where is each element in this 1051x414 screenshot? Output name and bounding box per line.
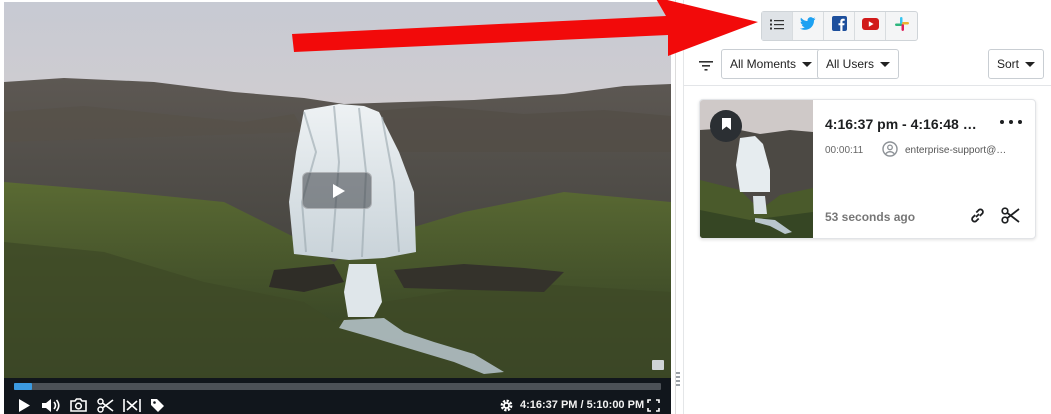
bookmark-icon — [721, 117, 732, 136]
play-icon[interactable] — [16, 396, 32, 414]
moment-user: enterprise-support@… — [905, 145, 1007, 156]
video-player[interactable]: 4:16:37 PM / 5:10:00 PM — [4, 2, 671, 414]
users-dropdown-label: All Users — [826, 57, 875, 71]
filter-row: All Moments All Users Sort — [684, 46, 1051, 86]
camera-icon[interactable] — [69, 396, 87, 414]
facebook-icon — [831, 16, 847, 36]
users-dropdown[interactable]: All Users — [817, 49, 900, 79]
clip-scissors-icon[interactable] — [1001, 207, 1020, 229]
share-youtube-button[interactable] — [855, 12, 886, 40]
trim-icon[interactable] — [122, 396, 142, 414]
tag-icon[interactable] — [149, 396, 165, 414]
list-icon — [770, 17, 784, 35]
progress-fill — [14, 383, 33, 390]
fullscreen-icon[interactable] — [646, 396, 660, 414]
share-toolbar — [761, 11, 918, 41]
share-twitter-button[interactable] — [793, 12, 824, 40]
moment-age: 53 seconds ago — [825, 210, 916, 224]
moment-duration: 00:00:11 — [825, 145, 864, 156]
copy-link-icon[interactable] — [969, 207, 986, 229]
chevron-down-icon — [1025, 61, 1036, 67]
time-readout: 4:16:37 PM / 5:10:00 PM — [520, 399, 645, 411]
user-avatar-icon — [882, 141, 898, 162]
slack-icon — [894, 16, 909, 36]
resize-handle[interactable] — [676, 372, 680, 386]
filter-icon[interactable] — [699, 58, 713, 76]
play-overlay-button[interactable] — [302, 172, 372, 209]
moments-dropdown[interactable]: All Moments — [721, 49, 822, 79]
sort-dropdown-label: Sort — [997, 57, 1020, 71]
more-options-icon[interactable] — [1000, 114, 1022, 130]
player-controls: 4:16:37 PM / 5:10:00 PM — [4, 378, 671, 414]
sort-dropdown[interactable]: Sort — [988, 49, 1045, 79]
moment-time-range: 4:16:37 pm - 4:16:48 … — [825, 116, 977, 132]
clip-scissors-icon[interactable] — [96, 396, 114, 414]
panel-divider — [675, 0, 676, 414]
app-root: 4:16:37 PM / 5:10:00 PM All Moments All … — [0, 0, 1051, 414]
chevron-down-icon — [802, 61, 813, 67]
progress-bar[interactable] — [14, 383, 661, 390]
moments-dropdown-label: All Moments — [730, 57, 797, 71]
list-view-button[interactable] — [762, 12, 793, 40]
filter-divider — [684, 85, 1051, 86]
settings-gear-icon[interactable] — [498, 396, 514, 414]
chevron-down-icon — [880, 61, 891, 67]
picture-in-picture-icon[interactable] — [652, 360, 664, 370]
volume-icon[interactable] — [41, 396, 61, 414]
bookmark-button[interactable] — [710, 110, 742, 142]
share-slack-button[interactable] — [886, 12, 917, 40]
moment-card[interactable]: 4:16:37 pm - 4:16:48 … 00:00:11 enterpri… — [699, 99, 1036, 239]
youtube-icon — [861, 17, 879, 35]
share-facebook-button[interactable] — [824, 12, 855, 40]
twitter-icon — [800, 17, 816, 35]
